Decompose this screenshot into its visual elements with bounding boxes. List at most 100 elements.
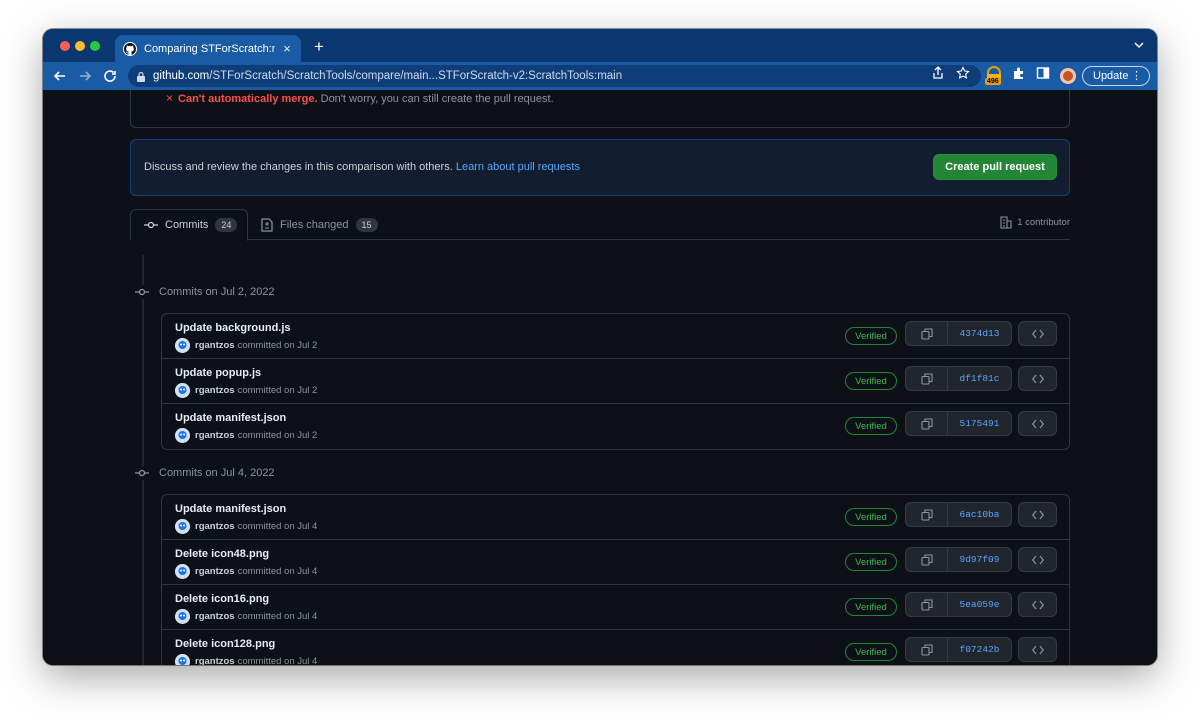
- sidepanel-icon[interactable]: [1036, 66, 1050, 80]
- commit-author-link[interactable]: rgantzos: [195, 611, 235, 622]
- commit-sha-link[interactable]: f07242b: [948, 638, 1011, 661]
- code-icon: [1031, 329, 1044, 338]
- commit-sha-link[interactable]: 4374d13: [948, 322, 1011, 345]
- commits-counter: 24: [215, 218, 238, 232]
- share-icon[interactable]: [931, 66, 945, 80]
- github-icon: [123, 41, 137, 56]
- commit-title-link[interactable]: Delete icon128.png: [175, 638, 275, 650]
- verified-badge[interactable]: Verified: [845, 417, 897, 435]
- commit-title-link[interactable]: Update background.js: [175, 322, 291, 334]
- verified-badge[interactable]: Verified: [845, 598, 897, 616]
- commit-date: committed on Jul 2: [237, 385, 318, 396]
- commit-sha-link[interactable]: 5175491: [948, 412, 1011, 435]
- sha-button-group: 5175491: [905, 411, 1012, 436]
- sha-button-group: df1f81c: [905, 366, 1012, 391]
- commit-sha-link[interactable]: 5ea059e: [948, 593, 1011, 616]
- update-label: Update: [1093, 70, 1129, 82]
- browse-repo-button[interactable]: [1018, 411, 1057, 436]
- browse-repo-button[interactable]: [1018, 366, 1057, 391]
- close-window-button[interactable]: [60, 41, 70, 51]
- puzzle-icon[interactable]: [1012, 66, 1026, 80]
- reload-icon[interactable]: [102, 68, 118, 84]
- browse-repo-button[interactable]: [1018, 592, 1057, 617]
- commit-sha-link[interactable]: 6ac10ba: [948, 503, 1011, 526]
- verified-badge[interactable]: Verified: [845, 643, 897, 661]
- copy-sha-button[interactable]: [906, 412, 948, 435]
- verified-badge[interactable]: Verified: [845, 327, 897, 345]
- commit-date: committed on Jul 4: [237, 656, 318, 665]
- browser-toolbar: github.com/STForScratch/ScratchTools/com…: [43, 62, 1157, 90]
- sha-button-group: f07242b: [905, 637, 1012, 662]
- forward-arrow-icon[interactable]: [77, 68, 93, 84]
- browse-repo-button[interactable]: [1018, 637, 1057, 662]
- close-icon[interactable]: ×: [281, 41, 293, 56]
- new-tab-button[interactable]: +: [311, 37, 327, 57]
- avatar[interactable]: [175, 519, 190, 534]
- commit-author-link[interactable]: rgantzos: [195, 430, 235, 441]
- commit-group-heading: Commits on Jul 2, 2022: [135, 285, 275, 299]
- address-bar[interactable]: github.com/STForScratch/ScratchTools/com…: [128, 65, 981, 87]
- commit-sha-link[interactable]: 9d97f09: [948, 548, 1011, 571]
- commit-meta: rgantzos committed on Jul 2: [175, 338, 317, 353]
- sha-button-group: 4374d13: [905, 321, 1012, 346]
- avatar[interactable]: [175, 564, 190, 579]
- tab-commits[interactable]: Commits 24: [130, 209, 248, 241]
- commit-sha-link[interactable]: df1f81c: [948, 367, 1011, 390]
- commit-date: committed on Jul 4: [237, 566, 318, 577]
- more-menu-icon[interactable]: ⋮: [1131, 69, 1142, 82]
- commit-title-link[interactable]: Update popup.js: [175, 367, 261, 379]
- commit-row: Update popup.js rgantzos committed on Ju…: [162, 359, 1069, 404]
- commit-list: Update manifest.json rgantzos committed …: [161, 494, 1070, 665]
- commit-row: Update background.js rgantzos committed …: [162, 314, 1069, 359]
- avatar[interactable]: [175, 383, 190, 398]
- merge-status-text: Can't automatically merge.: [178, 93, 318, 105]
- commit-author-link[interactable]: rgantzos: [195, 340, 235, 351]
- commit-meta: rgantzos committed on Jul 4: [175, 519, 317, 534]
- copy-sha-button[interactable]: [906, 367, 948, 390]
- avatar[interactable]: [175, 609, 190, 624]
- update-button[interactable]: Update ⋮: [1082, 66, 1150, 86]
- commit-meta: rgantzos committed on Jul 2: [175, 428, 317, 443]
- avatar[interactable]: [175, 654, 190, 665]
- zoom-window-button[interactable]: [90, 41, 100, 51]
- browser-tab[interactable]: Comparing STForScratch:main...STForScrat…: [115, 35, 301, 62]
- avatar[interactable]: [175, 338, 190, 353]
- commit-author-link[interactable]: rgantzos: [195, 566, 235, 577]
- back-arrow-icon[interactable]: [52, 68, 68, 84]
- commit-author-link[interactable]: rgantzos: [195, 521, 235, 532]
- commit-meta: rgantzos committed on Jul 4: [175, 564, 317, 579]
- contributors-link[interactable]: 1 contributor: [1000, 216, 1070, 229]
- browse-repo-button[interactable]: [1018, 321, 1057, 346]
- learn-pull-requests-link[interactable]: Learn about pull requests: [456, 161, 580, 173]
- x-icon: ×: [166, 91, 174, 105]
- tab-files-changed[interactable]: Files changed 15: [261, 209, 378, 240]
- copy-sha-button[interactable]: [906, 503, 948, 526]
- discuss-text: Discuss and review the changes in this c…: [144, 161, 580, 173]
- copy-sha-button[interactable]: [906, 638, 948, 661]
- browse-repo-button[interactable]: [1018, 547, 1057, 572]
- commit-title-link[interactable]: Update manifest.json: [175, 503, 286, 515]
- avatar[interactable]: [175, 428, 190, 443]
- profile-avatar-icon[interactable]: [1060, 68, 1076, 84]
- copy-sha-button[interactable]: [906, 322, 948, 345]
- chevron-down-icon[interactable]: [1133, 39, 1145, 51]
- commit-date: committed on Jul 4: [237, 611, 318, 622]
- commit-author-link[interactable]: rgantzos: [195, 656, 235, 665]
- commit-title-link[interactable]: Delete icon48.png: [175, 548, 269, 560]
- group-heading-text: Commits on Jul 4, 2022: [159, 467, 275, 479]
- copy-icon: [920, 417, 933, 430]
- copy-sha-button[interactable]: [906, 593, 948, 616]
- merge-hint: Don't worry, you can still create the pu…: [317, 93, 554, 105]
- minimize-window-button[interactable]: [75, 41, 85, 51]
- verified-badge[interactable]: Verified: [845, 372, 897, 390]
- commit-title-link[interactable]: Update manifest.json: [175, 412, 286, 424]
- copy-icon: [920, 598, 933, 611]
- verified-badge[interactable]: Verified: [845, 553, 897, 571]
- verified-badge[interactable]: Verified: [845, 508, 897, 526]
- copy-sha-button[interactable]: [906, 548, 948, 571]
- browse-repo-button[interactable]: [1018, 502, 1057, 527]
- star-icon[interactable]: [956, 66, 970, 80]
- commit-title-link[interactable]: Delete icon16.png: [175, 593, 269, 605]
- commit-author-link[interactable]: rgantzos: [195, 385, 235, 396]
- create-pull-request-button[interactable]: Create pull request: [933, 154, 1057, 180]
